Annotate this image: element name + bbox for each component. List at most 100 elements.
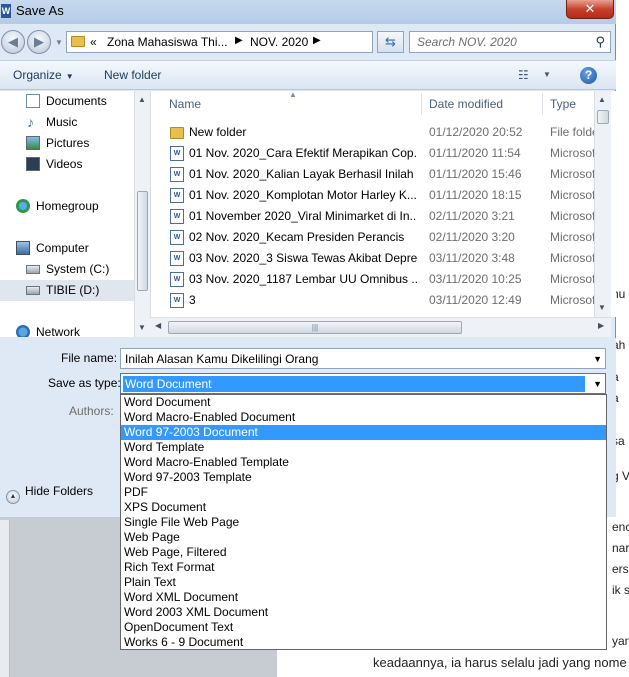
forward-button[interactable]: ▶ — [27, 30, 51, 54]
back-button[interactable]: ◀ — [1, 30, 25, 54]
file-row[interactable]: W 01 Nov. 2020_Cara Efektif Merapikan Co… — [151, 143, 601, 164]
scroll-right-icon[interactable]: ▶ — [598, 321, 604, 330]
nav-item-videos[interactable]: Videos — [0, 154, 134, 175]
search-icon[interactable]: ⚲ — [595, 34, 605, 50]
dropdown-option[interactable]: Word Macro-Enabled Document — [121, 410, 606, 425]
column-header-name[interactable]: Name — [169, 97, 201, 122]
new-folder-button[interactable]: New folder — [104, 68, 161, 82]
breadcrumb-separator-icon[interactable]: ▶ — [235, 35, 243, 46]
dropdown-option[interactable]: Single File Web Page — [121, 515, 606, 530]
chevron-down-icon: ▼ — [55, 38, 63, 47]
nav-item-music[interactable]: ♪ Music — [0, 112, 134, 133]
file-name: 03 Nov. 2020_1187 Lembar UU Omnibus ... — [189, 272, 417, 286]
views-icon[interactable]: ☷ — [518, 68, 529, 82]
file-row[interactable]: W 03 Nov. 2020_1187 Lembar UU Omnibus ..… — [151, 269, 601, 290]
nav-item-pictures[interactable]: Pictures — [0, 133, 134, 154]
column-divider[interactable] — [421, 93, 422, 115]
document-text-fragment: erse — [612, 562, 629, 576]
dropdown-option[interactable]: Plain Text — [121, 575, 606, 590]
file-date: 03/11/2020 12:49 — [429, 293, 522, 307]
dropdown-option[interactable]: Word Macro-Enabled Template — [121, 455, 606, 470]
dropdown-option[interactable]: Word Template — [121, 440, 606, 455]
nav-item-label: TIBIE (D:) — [46, 283, 100, 297]
scrollbar-thumb[interactable]: ||| — [168, 321, 462, 334]
scroll-down-icon[interactable]: ▼ — [138, 323, 146, 332]
nav-item-tibie-d[interactable]: TIBIE (D:) — [0, 280, 134, 301]
dropdown-option[interactable]: Web Page, Filtered — [121, 545, 606, 560]
folder-icon — [71, 36, 85, 47]
nav-item-homegroup[interactable]: Homegroup — [0, 196, 134, 217]
nav-item-computer[interactable]: Computer — [0, 238, 134, 259]
scrollbar-thumb[interactable] — [597, 110, 609, 124]
dropdown-option[interactable]: XPS Document — [121, 500, 606, 515]
chevron-down-icon: ▼ — [65, 72, 74, 81]
file-date: 02/11/2020 3:21 — [429, 209, 515, 223]
help-icon[interactable]: ? — [580, 67, 597, 84]
dropdown-option-highlighted[interactable]: Word 97-2003 Document — [121, 425, 606, 440]
breadcrumb-item[interactable]: NOV. 2020 — [250, 35, 308, 49]
chevron-down-icon[interactable]: ▼ — [593, 354, 602, 364]
file-row[interactable]: W 02 Nov. 2020_Kecam Presiden Perancis 0… — [151, 227, 601, 248]
column-header-date-modified[interactable]: Date modified — [429, 97, 503, 122]
hide-folders-button[interactable]: ▲ Hide Folders — [6, 484, 93, 504]
scrollbar-thumb[interactable] — [137, 191, 148, 291]
file-list-vertical-scrollbar[interactable]: ▲ ▼ — [594, 91, 611, 317]
breadcrumb-separator-icon[interactable]: ▶ — [313, 35, 321, 46]
column-divider[interactable] — [542, 93, 543, 115]
scroll-up-icon[interactable]: ▲ — [598, 95, 606, 104]
chevron-down-icon[interactable]: ▼ — [593, 379, 602, 389]
nav-item-system-c[interactable]: System (C:) — [0, 259, 134, 280]
file-name-input[interactable]: Inilah Alasan Kamu Dikelilingi Orang — [125, 352, 318, 366]
breadcrumb-overflow[interactable]: « — [90, 35, 97, 49]
chevron-down-icon[interactable]: ▼ — [543, 70, 551, 79]
forward-arrow-icon: ▶ — [34, 34, 44, 49]
file-name-label: File name: — [61, 351, 118, 365]
file-row[interactable]: W 3 03/11/2020 12:49 Microsoft — [151, 290, 601, 311]
document-text-fragment: naru — [612, 541, 629, 555]
dropdown-option[interactable]: Rich Text Format — [121, 560, 606, 575]
navigation-pane-scrollbar[interactable]: ▲ ▼ — [134, 91, 150, 337]
dropdown-option[interactable]: Word Document — [121, 395, 606, 410]
nav-item-label: Network — [36, 325, 81, 337]
nav-item-documents[interactable]: Documents — [0, 91, 134, 112]
breadcrumb-item[interactable]: Zona Mahasiswa Thi... — [107, 35, 228, 49]
column-header-type[interactable]: Type — [550, 97, 576, 122]
file-name: 3 — [189, 293, 196, 307]
back-arrow-icon: ◀ — [8, 34, 18, 49]
dropdown-option[interactable]: OpenDocument Text — [121, 620, 606, 635]
file-row[interactable]: W 03 Nov. 2020_3 Siswa Tewas Akibat Depr… — [151, 248, 601, 269]
file-date: 03/11/2020 3:48 — [429, 251, 515, 265]
dropdown-option[interactable]: Web Page — [121, 530, 606, 545]
file-row[interactable]: W 01 Nov. 2020_Kalian Layak Berhasil Ini… — [151, 164, 601, 185]
vertical-ruler — [0, 520, 10, 677]
nav-item-network[interactable]: Network — [0, 322, 134, 337]
authors-label: Authors: — [69, 404, 114, 418]
file-name-field[interactable]: Inilah Alasan Kamu Dikelilingi Orang ▼ — [120, 348, 606, 369]
recent-locations-button[interactable]: ▼ — [53, 32, 65, 56]
address-bar[interactable]: « Zona Mahasiswa Thi... ▶ NOV. 2020 ▶ ▼ — [66, 31, 429, 53]
dropdown-option[interactable]: Works 6 - 9 Document — [121, 635, 606, 650]
document-text-fragment: enc — [612, 520, 629, 534]
document-text-line: keadaannya, ia harus selalu jadi yang no… — [373, 655, 627, 670]
dropdown-option[interactable]: Word 2003 XML Document — [121, 605, 606, 620]
search-input[interactable]: Search NOV. 2020 — [417, 35, 517, 49]
search-box[interactable]: Search NOV. 2020 ⚲ — [409, 31, 611, 53]
dropdown-option[interactable]: PDF — [121, 485, 606, 500]
dropdown-option[interactable]: Word XML Document — [121, 590, 606, 605]
save-as-type-select[interactable]: Word Document ▼ — [120, 373, 606, 394]
scroll-left-icon[interactable]: ◀ — [155, 321, 161, 330]
scroll-down-icon[interactable]: ▼ — [598, 303, 606, 312]
file-row[interactable]: New folder 01/12/2020 20:52 File folder — [151, 122, 603, 143]
file-name: 02 Nov. 2020_Kecam Presiden Perancis — [189, 230, 405, 244]
file-row[interactable]: W 01 November 2020_Viral Minimarket di I… — [151, 206, 601, 227]
file-list-horizontal-scrollbar[interactable]: ◀ ||| ▶ — [150, 317, 611, 337]
dropdown-option[interactable]: Word 97-2003 Template — [121, 470, 606, 485]
file-row[interactable]: W 01 Nov. 2020_Komplotan Motor Harley K.… — [151, 185, 601, 206]
scroll-up-icon[interactable]: ▲ — [138, 95, 146, 104]
refresh-button[interactable]: ⇆ — [377, 31, 404, 53]
pictures-icon — [26, 136, 40, 150]
close-button[interactable]: ✕ — [566, 0, 614, 19]
folder-icon — [170, 127, 184, 139]
title-bar[interactable]: W Save As ✕ — [0, 0, 616, 24]
organize-menu[interactable]: Organize ▼ — [13, 68, 74, 82]
